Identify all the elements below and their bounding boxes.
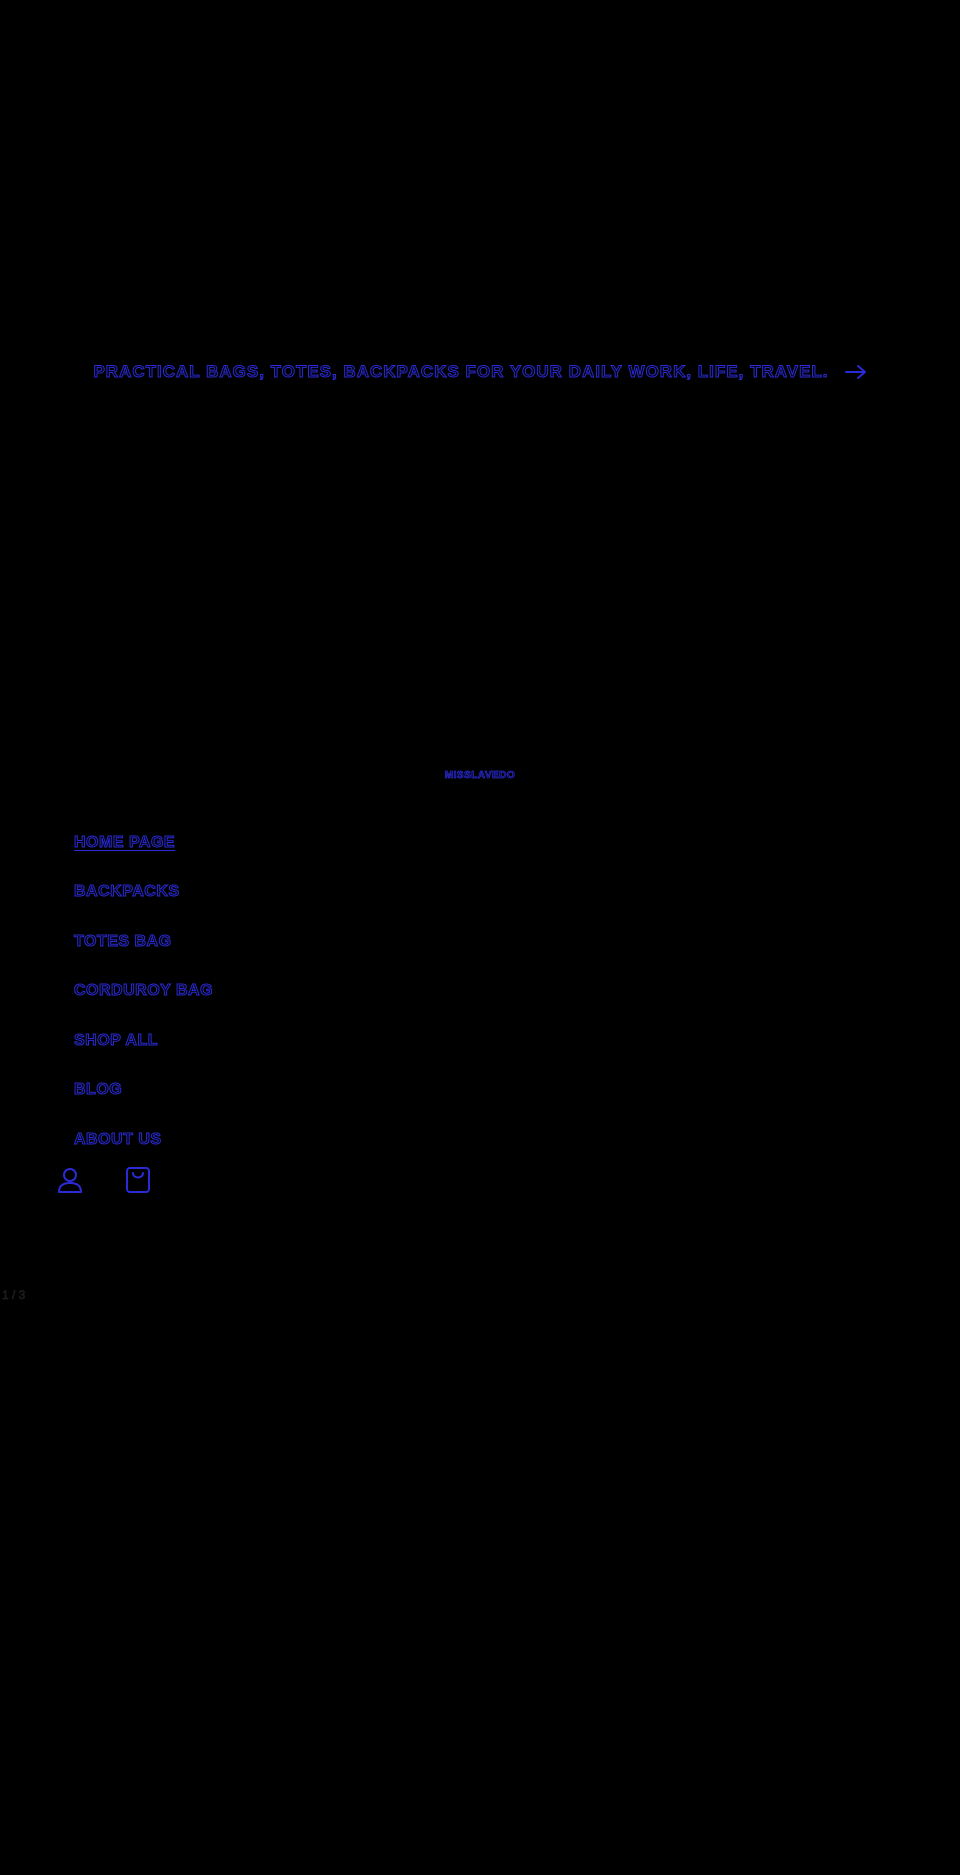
menu-item-about-us: ABOUT US <box>74 1115 213 1165</box>
arrow-right-icon <box>844 365 866 379</box>
menu-link-blog[interactable]: BLOG <box>73 1081 122 1099</box>
cart-icon <box>126 1167 150 1193</box>
menu-item-corduroy-bag: CORDUROY BAG <box>73 967 213 1017</box>
announcement-bar-link[interactable]: PRACTICAL BAGS, TOTES, BACKPACKS FOR YOU… <box>0 352 960 392</box>
cart-button[interactable] <box>124 1164 152 1196</box>
menu-item-totes-bag: TOTES BAG <box>74 917 213 967</box>
announcement-text: PRACTICAL BAGS, TOTES, BACKPACKS FOR YOU… <box>93 362 829 382</box>
menu-link-home-page[interactable]: HOME PAGE <box>73 833 175 852</box>
main-menu: HOME PAGE BACKPACKS TOTES BAG CORDUROY B… <box>73 818 213 1165</box>
account-icon <box>58 1168 82 1193</box>
menu-item-shop-all: SHOP ALL <box>73 1016 213 1066</box>
menu-link-totes-bag[interactable]: TOTES BAG <box>74 932 172 951</box>
menu-item-blog: BLOG <box>73 1066 213 1116</box>
menu-link-corduroy-bag[interactable]: CORDUROY BAG <box>73 982 213 1000</box>
menu-item-home-page: HOME PAGE <box>73 818 213 868</box>
account-button[interactable] <box>56 1164 84 1196</box>
site-logo[interactable]: MISSLAVEDO <box>0 770 960 782</box>
menu-link-backpacks[interactable]: BACKPACKS <box>74 883 180 901</box>
menu-link-shop-all[interactable]: SHOP ALL <box>73 1031 158 1050</box>
slide-counter: 1 / 3 <box>2 1288 26 1302</box>
header-icons <box>56 1164 152 1196</box>
menu-item-backpacks: BACKPACKS <box>74 868 213 918</box>
menu-link-about-us[interactable]: ABOUT US <box>74 1130 162 1149</box>
